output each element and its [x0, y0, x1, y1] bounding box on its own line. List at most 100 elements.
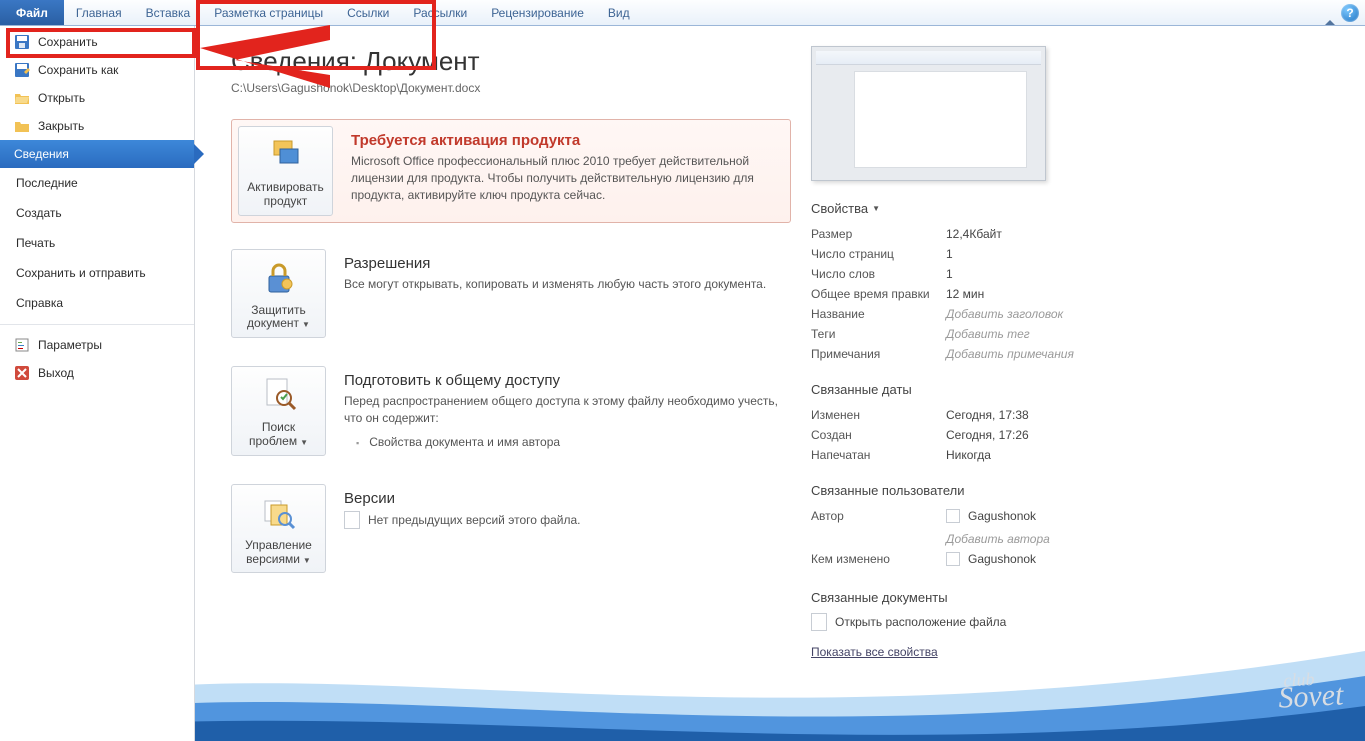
sidebar-item-close[interactable]: Закрыть: [0, 112, 194, 140]
sidebar-item-label: Закрыть: [38, 119, 84, 133]
protect-button-label: Защитить документ: [247, 303, 306, 331]
sidebar-item-label: Параметры: [38, 338, 102, 352]
activate-icon: [266, 135, 306, 175]
date-created-label: Создан: [811, 425, 946, 445]
prop-words-label: Число слов: [811, 264, 946, 284]
prepare-section: Поиск проблем▼ Подготовить к общему дост…: [231, 366, 791, 456]
sidebar-item-save[interactable]: Сохранить: [0, 28, 194, 56]
ribbon-collapse-icon[interactable]: [1325, 6, 1335, 20]
date-modified-value: Сегодня, 17:38: [946, 405, 1161, 425]
prop-tags-label: Теги: [811, 324, 946, 344]
tab-mailings[interactable]: Рассылки: [401, 0, 479, 25]
activate-product-button[interactable]: Активировать продукт: [238, 126, 333, 216]
sidebar-item-label: Сведения: [14, 147, 69, 161]
tab-file[interactable]: Файл: [0, 0, 64, 25]
check-issues-label: Поиск проблем: [249, 420, 297, 448]
prepare-body: Перед распространением общего доступа к …: [344, 393, 781, 427]
protect-document-button[interactable]: Защитить документ▼: [231, 249, 326, 339]
date-printed-value: Никогда: [946, 445, 1161, 465]
versions-title: Версии: [344, 490, 781, 507]
backstage-main: Сведения: Документ C:\Users\Gagushonok\D…: [195, 26, 1365, 741]
sidebar-item-info[interactable]: Сведения: [0, 140, 194, 168]
tab-page-layout[interactable]: Разметка страницы: [202, 0, 335, 25]
permissions-title: Разрешения: [344, 255, 781, 272]
sidebar-item-exit[interactable]: Выход: [0, 359, 194, 387]
sidebar-item-label: Выход: [38, 366, 74, 380]
inspect-icon: [259, 375, 299, 415]
sidebar-item-label: Сохранить как: [38, 63, 118, 77]
date-created-value: Сегодня, 17:26: [946, 425, 1161, 445]
person-icon: [946, 509, 960, 523]
tab-review[interactable]: Рецензирование: [479, 0, 596, 25]
date-printed-label: Напечатан: [811, 445, 946, 465]
sidebar-item-save-as[interactable]: Сохранить как: [0, 56, 194, 84]
backstage-sidebar: Сохранить Сохранить как Открыть Закрыть …: [0, 26, 195, 741]
prop-pages-value: 1: [946, 244, 1161, 264]
related-dates-heading: Связанные даты: [811, 382, 1161, 397]
sidebar-item-options[interactable]: Параметры: [0, 331, 194, 359]
sidebar-item-label: Открыть: [38, 91, 85, 105]
sidebar-item-share[interactable]: Сохранить и отправить: [0, 258, 194, 288]
prop-notes-label: Примечания: [811, 344, 946, 364]
prop-title-label: Название: [811, 304, 946, 324]
tab-insert[interactable]: Вставка: [134, 0, 203, 25]
help-icon[interactable]: ?: [1341, 4, 1359, 22]
document-icon: [344, 511, 360, 529]
activation-title: Требуется активация продукта: [351, 132, 774, 149]
tab-view[interactable]: Вид: [596, 0, 642, 25]
prepare-item: Свойства документа и имя автора: [344, 433, 781, 451]
chevron-down-icon: ▼: [300, 438, 308, 447]
prop-edit-time-label: Общее время правки: [811, 284, 946, 304]
manage-versions-label: Управление версиями: [245, 538, 312, 566]
prop-pages-label: Число страниц: [811, 244, 946, 264]
prepare-title: Подготовить к общему доступу: [344, 372, 781, 389]
chevron-down-icon: ▼: [303, 556, 311, 565]
related-people-heading: Связанные пользователи: [811, 483, 1161, 498]
page-title: Сведения: Документ: [231, 46, 791, 77]
sidebar-item-new[interactable]: Создать: [0, 198, 194, 228]
exit-icon: [14, 365, 30, 381]
properties-dropdown[interactable]: Свойства▼: [811, 201, 1161, 216]
tab-home[interactable]: Главная: [64, 0, 134, 25]
prop-words-value: 1: [946, 264, 1161, 284]
lock-icon: [259, 258, 299, 298]
versions-section: Управление версиями▼ Версии Нет предыдущ…: [231, 484, 791, 574]
versions-none: Нет предыдущих версий этого файла.: [368, 513, 581, 527]
options-icon: [14, 337, 30, 353]
modified-by-value: Gagushonok: [968, 552, 1036, 566]
sidebar-item-label: Сохранить: [38, 35, 98, 49]
prop-edit-time-value: 12 мин: [946, 284, 1161, 304]
prop-notes-placeholder[interactable]: Добавить примечания: [946, 344, 1161, 364]
sidebar-item-recent[interactable]: Последние: [0, 168, 194, 198]
sidebar-item-print[interactable]: Печать: [0, 228, 194, 258]
prop-title-placeholder[interactable]: Добавить заголовок: [946, 304, 1161, 324]
ribbon: Файл Главная Вставка Разметка страницы С…: [0, 0, 1365, 26]
author-label: Автор: [811, 506, 946, 529]
manage-versions-button[interactable]: Управление версиями▼: [231, 484, 326, 574]
prop-size-value: 12,4Кбайт: [946, 224, 1161, 244]
tab-references[interactable]: Ссылки: [335, 0, 401, 25]
permissions-body: Все могут открывать, копировать и изменя…: [344, 276, 781, 293]
show-all-properties-link[interactable]: Показать все свойства: [811, 645, 938, 659]
activate-button-label: Активировать продукт: [243, 181, 328, 209]
date-modified-label: Изменен: [811, 405, 946, 425]
close-folder-icon: [14, 118, 30, 134]
check-issues-button[interactable]: Поиск проблем▼: [231, 366, 326, 456]
add-author-placeholder[interactable]: Добавить автора: [946, 529, 1161, 549]
permissions-section: Защитить документ▼ Разрешения Все могут …: [231, 249, 791, 339]
modified-by-label: Кем изменено: [811, 549, 946, 572]
chevron-down-icon: ▼: [302, 320, 310, 329]
related-documents-heading: Связанные документы: [811, 590, 1161, 605]
save-icon: [14, 34, 30, 50]
author-value: Gagushonok: [968, 509, 1036, 523]
document-thumbnail[interactable]: [811, 46, 1046, 181]
open-file-location-link[interactable]: Открыть расположение файла: [811, 613, 1161, 631]
file-path: C:\Users\Gagushonok\Desktop\Документ.doc…: [231, 81, 791, 95]
prop-tags-placeholder[interactable]: Добавить тег: [946, 324, 1161, 344]
properties-pane: Свойства▼ Размер12,4Кбайт Число страниц1…: [811, 46, 1161, 741]
open-icon: [14, 90, 30, 106]
activation-card: Активировать продукт Требуется активация…: [231, 119, 791, 223]
sidebar-item-help[interactable]: Справка: [0, 288, 194, 318]
chevron-down-icon: ▼: [872, 204, 880, 213]
sidebar-item-open[interactable]: Открыть: [0, 84, 194, 112]
